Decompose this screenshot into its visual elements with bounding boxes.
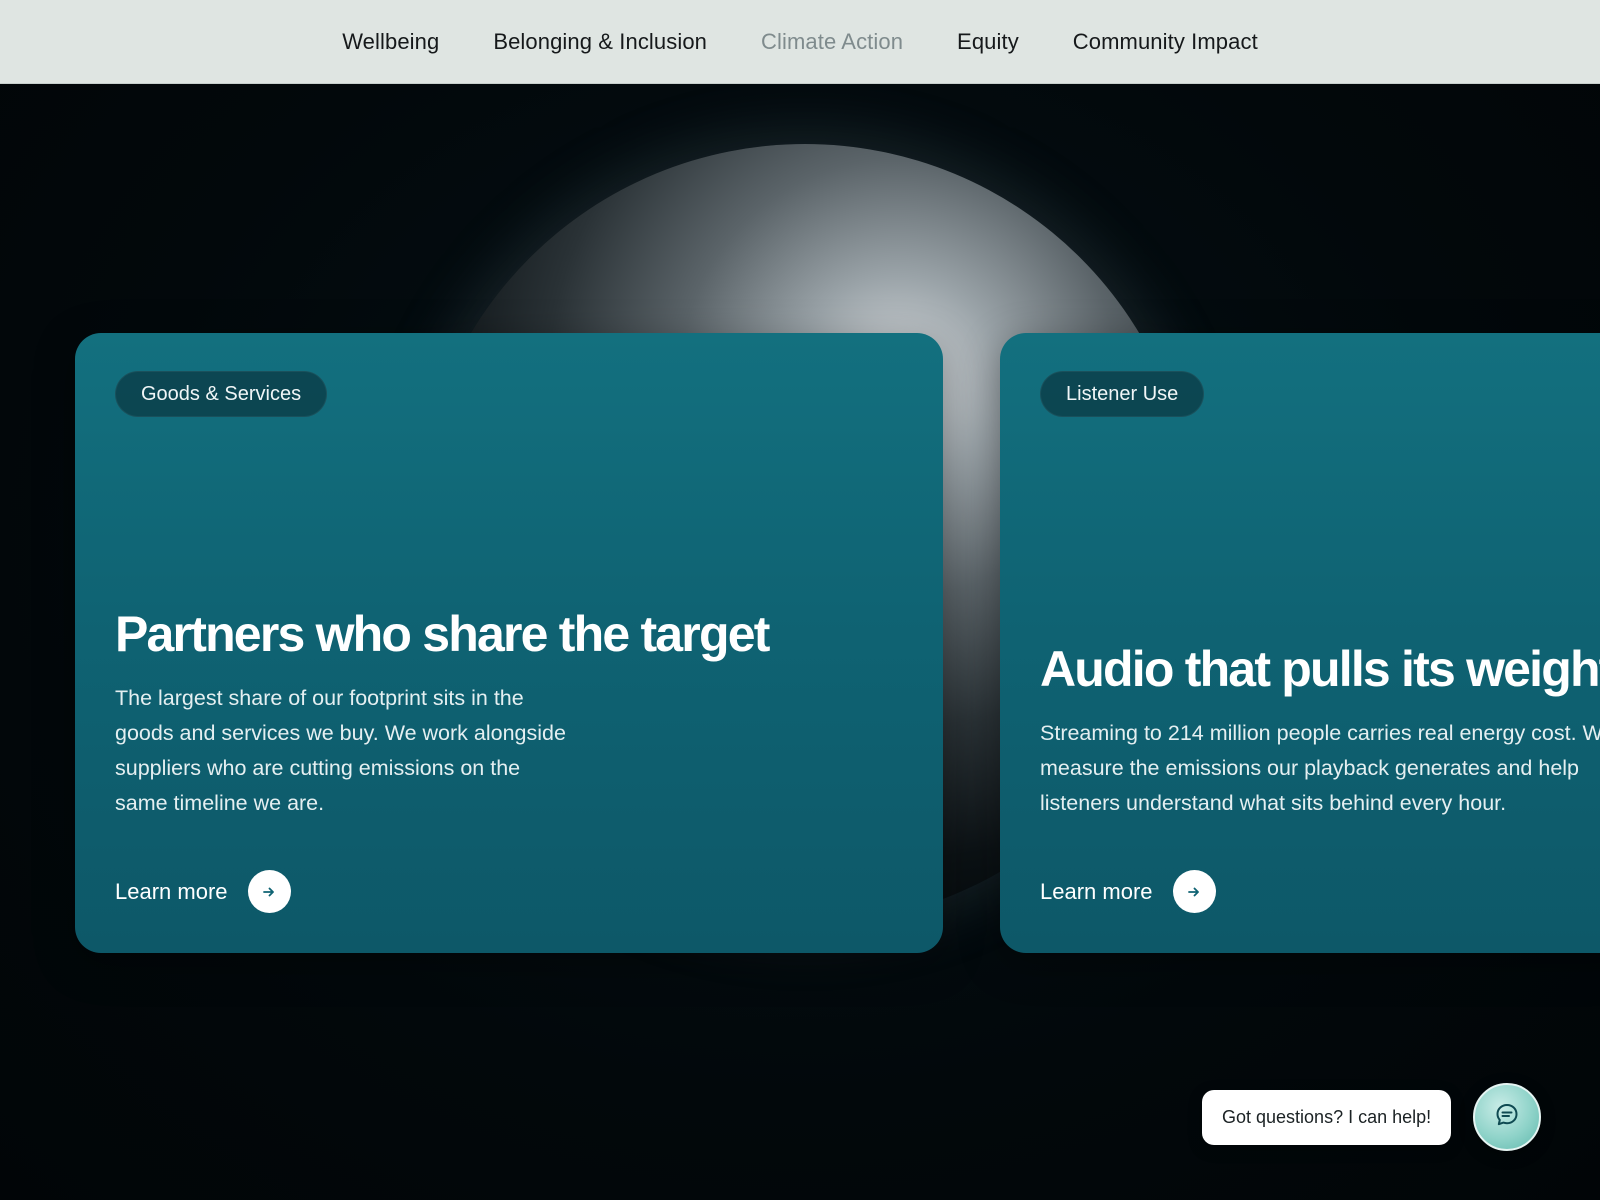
card-description: The largest share of our footprint sits … xyxy=(115,681,615,821)
arrow-right-icon[interactable] xyxy=(1172,870,1216,913)
card-description-line: suppliers who are cutting emissions on t… xyxy=(115,756,521,780)
card-listener-use: Listener Use Audio that pulls its weight… xyxy=(1000,333,1600,953)
nav-item-wellbeing[interactable]: Wellbeing xyxy=(315,29,466,55)
nav-item-community-impact[interactable]: Community Impact xyxy=(1046,29,1285,55)
nav-list: Wellbeing Belonging & Inclusion Climate … xyxy=(315,29,1285,55)
card-description-line: The largest share of our footprint sits … xyxy=(115,686,524,710)
nav-item-equity[interactable]: Equity xyxy=(930,29,1046,55)
arrow-right-icon[interactable] xyxy=(247,870,291,913)
chat-prompt-bubble[interactable]: Got questions? I can help! xyxy=(1202,1090,1452,1145)
learn-more-label: Learn more xyxy=(115,878,228,904)
nav-item-climate-action[interactable]: Climate Action xyxy=(734,29,930,55)
card-description-line: goods and services we buy. We work along… xyxy=(115,721,566,745)
card-title: Audio that pulls its weight xyxy=(1040,641,1600,697)
card-goods-services: Goods & Services Partners who share the … xyxy=(75,333,943,953)
card-tag: Goods & Services xyxy=(115,371,328,417)
learn-more-link[interactable]: Learn more xyxy=(1040,870,1216,913)
card-title: Partners who share the target xyxy=(115,606,770,662)
chat-icon xyxy=(1493,1101,1521,1134)
top-navigation: Wellbeing Belonging & Inclusion Climate … xyxy=(0,0,1600,84)
card-description: Streaming to 214 million people carries … xyxy=(1040,716,1600,821)
card-description-line: same timeline we are. xyxy=(115,791,325,815)
learn-more-label: Learn more xyxy=(1040,878,1153,904)
nav-item-belonging-inclusion[interactable]: Belonging & Inclusion xyxy=(466,29,734,55)
learn-more-link[interactable]: Learn more xyxy=(115,870,291,913)
card-description-line: measure the emissions our playback gener… xyxy=(1040,756,1580,780)
card-tag: Listener Use xyxy=(1040,371,1205,417)
chat-button[interactable] xyxy=(1473,1083,1541,1151)
hero-section: Goods & Services Partners who share the … xyxy=(0,84,1600,1200)
card-description-line: Streaming to 214 million people carries … xyxy=(1040,721,1600,745)
card-description-line: listeners understand what sits behind ev… xyxy=(1040,791,1507,815)
